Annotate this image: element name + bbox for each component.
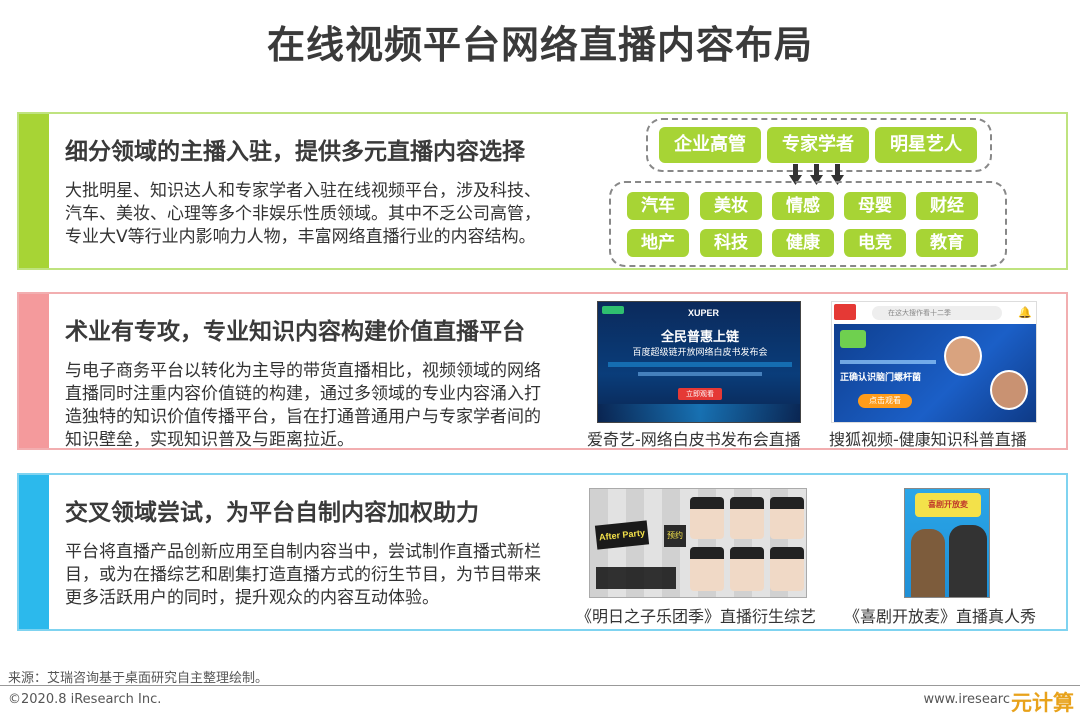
tag-tech: 科技: [700, 229, 762, 257]
tag-health: 健康: [772, 229, 834, 257]
tag-auto: 汽车: [627, 192, 689, 220]
tag-esports: 电竞: [844, 229, 906, 257]
image-caption: 爱奇艺-网络白皮书发布会直播: [587, 430, 801, 449]
tag-realestate: 地产: [627, 229, 689, 257]
section-heading: 交叉领域尝试，为平台自制内容加权助力: [65, 500, 479, 526]
section-heading: 细分领域的主播入驻，提供多元直播内容选择: [65, 139, 525, 165]
footer-divider: [0, 685, 1080, 686]
tag-emotion: 情感: [772, 192, 834, 220]
watermark-logo: 元计算: [1011, 691, 1074, 715]
site-url: www.iresearc: [923, 692, 1010, 707]
section-accent-bar: [19, 475, 49, 629]
section-diverse-anchors: 细分领域的主播入驻，提供多元直播内容选择 大批明星、知识达人和专家学者入驻在线视…: [17, 112, 1068, 270]
bell-icon: 🔔: [1018, 306, 1032, 319]
iqiyi-livestream-screenshot: XUPER 全民普惠上链 百度超级链开放网络白皮书发布会 立即观看: [597, 301, 801, 423]
section-heading: 术业有专攻，专业知识内容构建价值直播平台: [65, 319, 525, 345]
section-accent-bar: [19, 294, 49, 448]
section-cross-domain: 交叉领域尝试，为平台自制内容加权助力 平台将直播产品创新应用至自制内容当中，尝试…: [17, 473, 1068, 631]
page-title: 在线视频平台网络直播内容布局: [266, 23, 813, 67]
image-caption: 《喜剧开放麦》直播真人秀: [844, 607, 1037, 626]
tag-parenting: 母婴: [844, 192, 906, 220]
tag-celebrities: 明星艺人: [875, 127, 977, 163]
section-body: 大批明星、知识达人和专家学者入驻在线视频平台，涉及科技、汽车、美妆、心理等多个非…: [65, 181, 541, 247]
tag-experts: 专家学者: [767, 127, 869, 163]
section-body: 平台将直播产品创新应用至自制内容当中，尝试制作直播式新栏目，或为在播综艺和剧集打…: [65, 542, 541, 608]
copyright: ©2020.8 iResearch Inc.: [8, 692, 162, 707]
tag-beauty: 美妆: [700, 192, 762, 220]
tag-executives: 企业高管: [659, 127, 761, 163]
tag-finance: 财经: [916, 192, 978, 220]
comedy-show-screenshot: 喜剧开放麦: [904, 488, 990, 598]
section-body: 与电子商务平台以转化为主导的带货直播相比，视频领域的网络直播同时注重内容价值链的…: [65, 361, 541, 450]
sohu-livestream-screenshot: 在这大搜作看十二季 🔔 正确认识脑门螺杆菌 点击观看: [831, 301, 1037, 423]
image-caption: 搜狐视频-健康知识科普直播: [829, 430, 1027, 449]
variety-show-screenshot: After Party 预约: [589, 488, 807, 598]
source-note: 来源：艾瑞咨询基于桌面研究自主整理绘制。: [8, 671, 269, 686]
section-professional-knowledge: 术业有专攻，专业知识内容构建价值直播平台 与电子商务平台以转化为主导的带货直播相…: [17, 292, 1068, 450]
tag-education: 教育: [916, 229, 978, 257]
section-accent-bar: [19, 114, 49, 268]
image-caption: 《明日之子乐团季》直播衍生综艺: [576, 607, 817, 626]
